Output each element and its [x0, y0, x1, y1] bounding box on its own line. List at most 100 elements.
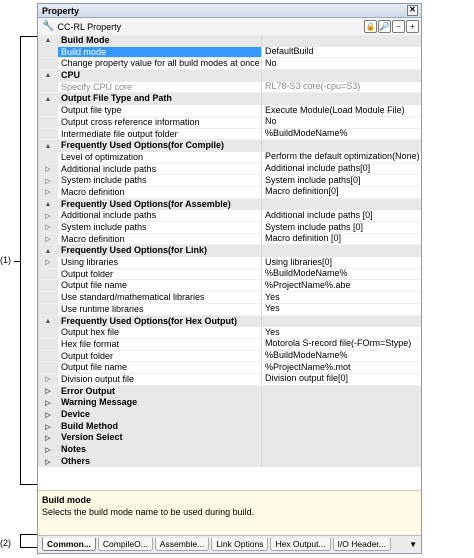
expand-arrow-icon[interactable]: ▷	[38, 163, 58, 175]
description-panel: Build mode Selects the build mode name t…	[38, 490, 421, 535]
row-gutter	[38, 292, 58, 303]
property-value[interactable]: Additional include paths[0]	[262, 163, 421, 175]
property-value[interactable]: DefaultBuild	[262, 46, 421, 58]
expand-arrow-icon[interactable]: ▷	[38, 420, 58, 433]
property-row[interactable]: ▷ Macro definition Macro definition [0]	[38, 233, 421, 246]
property-value[interactable]: RL78-S3 core(-cpu=S3)	[262, 81, 421, 93]
tab-item[interactable]: CompileO...	[97, 538, 153, 551]
category-row[interactable]: ▲ CPU	[38, 70, 421, 82]
property-value[interactable]: Yes	[262, 303, 421, 315]
expand-arrow-icon[interactable]: ▷	[38, 385, 58, 398]
property-row[interactable]: Use runtime libraries Yes	[38, 303, 421, 316]
expand-arrow-icon[interactable]: ▷	[38, 210, 58, 221]
property-value[interactable]: %ProjectName%.mot	[262, 362, 421, 374]
expand-arrow-icon[interactable]: ▷	[38, 175, 58, 186]
property-value[interactable]: Motorola S-record file(-FOrm=Stype)	[262, 338, 421, 350]
tab-item[interactable]: Link Options	[211, 538, 269, 551]
expand-arrow-icon[interactable]: ▷	[38, 432, 58, 445]
expand-arrow-icon[interactable]: ▷	[38, 186, 58, 198]
property-value[interactable]: Yes	[262, 327, 421, 339]
collapse-arrow-icon[interactable]: ▲	[38, 93, 58, 106]
property-row[interactable]: Output folder %BuildModeName%	[38, 268, 421, 281]
property-value[interactable]: %BuildModeName%	[262, 128, 421, 140]
property-value[interactable]: Using libraries[0]	[262, 257, 421, 269]
tab-item[interactable]: Assemble...	[154, 538, 210, 551]
category-row[interactable]: ▲ Frequently Used Options(for Hex Output)	[38, 315, 421, 328]
collapse-arrow-icon[interactable]: ▲	[38, 140, 58, 152]
property-row[interactable]: Output file name %ProjectName%.abe	[38, 280, 421, 293]
property-row[interactable]: ▷ Additional include paths Additional incl…	[38, 163, 421, 176]
property-value[interactable]: Macro definition[0]	[262, 186, 421, 198]
callout-2-label: (2)	[0, 538, 11, 548]
property-value[interactable]: Macro definition [0]	[262, 233, 421, 245]
property-row[interactable]: Level of optimization Perform the default…	[38, 151, 421, 164]
property-row[interactable]: Change property value for all build mode…	[38, 58, 421, 71]
collapse-arrow-icon[interactable]: ▲	[38, 198, 58, 211]
category-row[interactable]: ▷ Notes	[38, 444, 421, 456]
property-value[interactable]: No	[262, 58, 421, 70]
category-label: Frequently Used Options(for Link)	[58, 245, 262, 258]
category-row[interactable]: ▷ Build Method	[38, 420, 421, 433]
property-value[interactable]: System include paths [0]	[262, 222, 421, 234]
property-row[interactable]: ▷ Macro definition Macro definition[0]	[38, 186, 421, 199]
category-row[interactable]: ▲ Frequently Used Options(for Link)	[38, 245, 421, 258]
property-value[interactable]: No	[262, 116, 421, 128]
property-row[interactable]: ▷ Using libraries Using libraries[0]	[38, 257, 421, 269]
property-value[interactable]: %BuildModeName%	[262, 268, 421, 280]
tab-item[interactable]: Common...	[42, 538, 96, 551]
property-value[interactable]: Division output file[0]	[262, 373, 421, 385]
close-icon[interactable]: ✕	[407, 5, 418, 16]
property-row[interactable]: ▷ Division output file Division output fil…	[38, 373, 421, 386]
category-row[interactable]: ▷ Warning Message	[38, 397, 421, 409]
property-row[interactable]: Output file name %ProjectName%.mot	[38, 362, 421, 374]
tab-list-dropdown-icon[interactable]: ▼	[409, 540, 417, 549]
collapse-arrow-icon[interactable]: ▲	[38, 245, 58, 258]
expand-arrow-icon[interactable]: ▷	[38, 444, 58, 456]
expand-arrow-icon[interactable]: ▷	[38, 455, 58, 468]
category-row[interactable]: ▲ Build Mode	[38, 35, 421, 47]
property-value[interactable]: Yes	[262, 292, 421, 304]
category-row[interactable]: ▷ Version Select	[38, 432, 421, 445]
tab-item[interactable]: Hex Output...	[270, 538, 331, 551]
tab-item[interactable]: I/O Header...	[332, 538, 391, 551]
expand-arrow-icon[interactable]: ▷	[38, 222, 58, 233]
category-row[interactable]: ▲ Frequently Used Options(for Assemble)	[38, 198, 421, 211]
property-row[interactable]: Output hex file Yes	[38, 327, 421, 339]
category-row[interactable]: ▲ Frequently Used Options(for Compile)	[38, 140, 421, 152]
property-row[interactable]: Specify CPU core RL78-S3 core(-cpu=S3)	[38, 81, 421, 94]
property-value[interactable]: Additional include paths [0]	[262, 210, 421, 222]
panel-toolbar: 🔧 CC-RL Property 🔒 🔎 − +	[38, 18, 421, 36]
collapse-all-button[interactable]: −	[392, 20, 405, 33]
expand-arrow-icon[interactable]: ▷	[38, 409, 58, 421]
search-icon[interactable]: 🔎	[378, 20, 391, 33]
property-row[interactable]: ▷ System include paths System include path…	[38, 222, 421, 234]
expand-arrow-icon[interactable]: ▷	[38, 257, 58, 268]
property-value[interactable]: %BuildModeName%	[262, 350, 421, 362]
property-row[interactable]: Output cross reference information No	[38, 116, 421, 129]
collapse-arrow-icon[interactable]: ▲	[38, 315, 58, 328]
property-row[interactable]: ▷ Additional include paths Additional incl…	[38, 210, 421, 222]
property-value[interactable]: Perform the default optimization(None)	[262, 151, 421, 163]
property-row[interactable]: Use standard/mathematical libraries Yes	[38, 292, 421, 304]
property-row[interactable]: Hex file format Motorola S-record file(-F…	[38, 338, 421, 351]
category-row[interactable]: ▷ Device	[38, 409, 421, 421]
lock-icon[interactable]: 🔒	[364, 20, 377, 33]
expand-arrow-icon[interactable]: ▷	[38, 233, 58, 245]
property-row[interactable]: ▷ System include paths System include path…	[38, 175, 421, 187]
expand-arrow-icon[interactable]: ▷	[38, 373, 58, 385]
property-row[interactable]: Intermediate file output folder %BuildMod…	[38, 128, 421, 141]
expand-all-button[interactable]: +	[406, 20, 419, 33]
property-row[interactable]: Output file type Execute Module(Load Modu…	[38, 105, 421, 117]
property-row[interactable]: Build mode DefaultBuild	[38, 46, 421, 59]
category-row[interactable]: ▷ Error Output	[38, 385, 421, 398]
category-row[interactable]: ▲ Output File Type and Path	[38, 93, 421, 106]
category-row[interactable]: ▷ Others	[38, 455, 421, 468]
property-row[interactable]: Output folder %BuildModeName%	[38, 350, 421, 363]
collapse-arrow-icon[interactable]: ▲	[38, 35, 58, 47]
row-gutter	[38, 327, 58, 338]
property-value[interactable]: %ProjectName%.abe	[262, 280, 421, 292]
collapse-arrow-icon[interactable]: ▲	[38, 70, 58, 82]
expand-arrow-icon[interactable]: ▷	[38, 397, 58, 409]
property-value[interactable]: System include paths[0]	[262, 175, 421, 187]
property-value[interactable]: Execute Module(Load Module File)	[262, 105, 421, 117]
